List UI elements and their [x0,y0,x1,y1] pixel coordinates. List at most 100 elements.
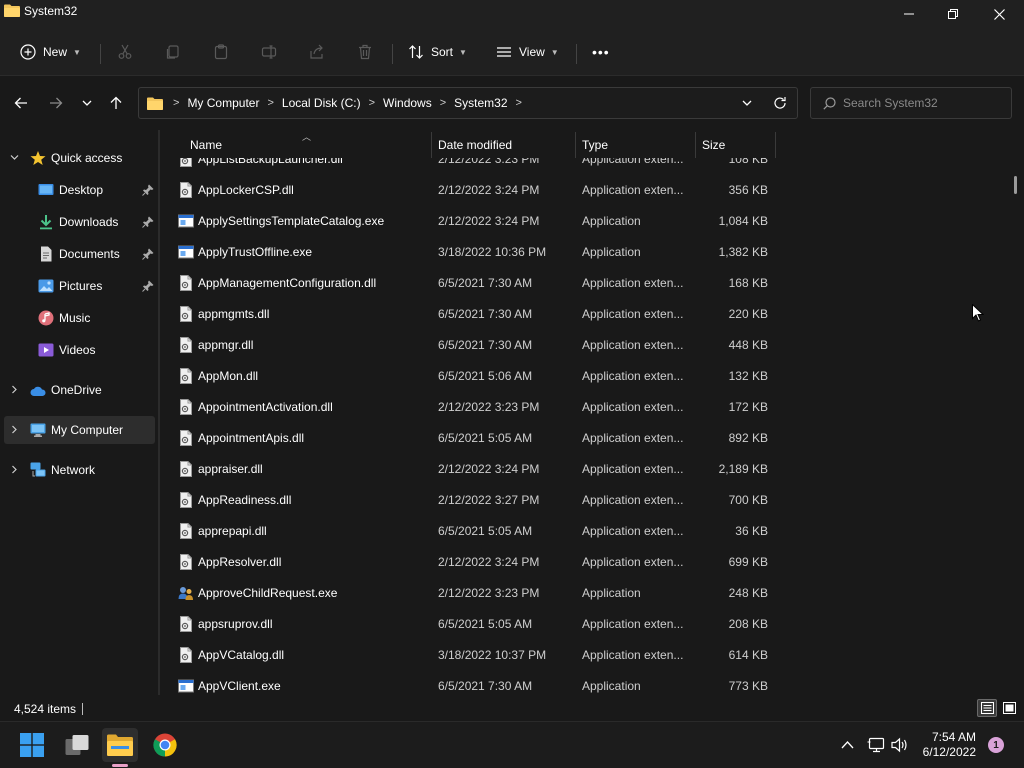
file-explorer-taskbar-button[interactable] [102,728,138,762]
table-row[interactable]: AppointmentActivation.dll 2/12/2022 3:23 … [170,391,780,422]
computer-icon [30,423,46,437]
column-resize-handle[interactable] [431,132,432,158]
pin-icon[interactable] [142,280,154,292]
chevron-right-icon[interactable] [10,425,19,436]
sidebar-item-videos[interactable]: Videos [4,336,155,364]
sidebar-item-downloads[interactable]: Downloads [4,208,155,236]
table-row[interactable]: AppReadiness.dll 2/12/2022 3:27 PM Applica… [170,484,780,515]
table-row[interactable]: AppLockerCSP.dll 2/12/2022 3:24 PM Applica… [170,174,780,205]
file-size: 699 KB [728,555,768,569]
sidebar-item-onedrive[interactable]: OneDrive [4,376,155,404]
chevron-right-icon[interactable] [10,385,19,396]
command-bar: New ▼ Sort ▼ View ▼ ••• [0,28,1024,76]
volume-button[interactable] [890,735,910,755]
vertical-scrollbar[interactable] [1014,176,1017,194]
column-header-name[interactable]: Name [190,138,222,152]
new-button[interactable]: New ▼ [20,38,81,66]
table-row[interactable]: appsruprov.dll 6/5/2021 5:05 AM Applicatio… [170,608,780,639]
table-row[interactable]: AppMon.dll 6/5/2021 5:06 AM Application ex… [170,360,780,391]
status-bar: 4,524 items [0,695,1024,721]
crumb-local-disk[interactable]: Local Disk (C:) [282,96,361,110]
table-row[interactable]: ApproveChildRequest.exe 2/12/2022 3:23 PM… [170,577,780,608]
chevron-right-icon[interactable]: > [440,97,446,109]
refresh-button[interactable] [773,96,787,113]
chevron-down-icon[interactable] [10,153,19,164]
table-row[interactable]: AppManagementConfiguration.dll 6/5/2021 7… [170,267,780,298]
start-button[interactable] [14,728,50,762]
close-button[interactable] [976,0,1022,28]
column-header-date[interactable]: Date modified [438,138,512,152]
table-row[interactable]: ApplyTrustOffline.exe 3/18/2022 10:36 PM A… [170,236,780,267]
share-button[interactable] [309,38,325,66]
table-row[interactable]: appmgmts.dll 6/5/2021 7:30 AM Application … [170,298,780,329]
dll-file-icon [180,492,192,508]
column-resize-handle[interactable] [775,132,776,158]
sidebar-item-pictures[interactable]: Pictures [4,272,155,300]
task-view-button[interactable] [59,728,95,762]
crumb-my-computer[interactable]: My Computer [187,96,259,110]
sidebar-item-desktop[interactable]: Desktop [4,176,155,204]
forward-button[interactable] [45,92,67,114]
notification-badge[interactable]: 1 [988,737,1004,753]
table-row[interactable]: AppointmentApis.dll 6/5/2021 5:05 AM Appli… [170,422,780,453]
sidebar-item-network[interactable]: Network [4,456,155,484]
table-row[interactable]: AppVClient.exe 6/5/2021 7:30 AM Applicatio… [170,670,780,695]
cloud-icon [30,386,46,396]
column-header-type[interactable]: Type [582,138,608,152]
sidebar-item-quick-access[interactable]: Quick access [4,144,155,172]
table-row[interactable]: ApplySettingsTemplateCatalog.exe 2/12/202… [170,205,780,236]
chevron-right-icon[interactable]: > [516,97,522,109]
large-icons-view-button[interactable] [999,699,1019,717]
up-button[interactable] [105,92,127,114]
chevron-right-icon[interactable] [10,465,19,476]
copy-button[interactable] [165,38,181,66]
address-history-button[interactable] [741,97,753,112]
more-options-button[interactable]: ••• [592,38,610,66]
column-resize-handle[interactable] [695,132,696,158]
sidebar-item-my-computer[interactable]: My Computer [4,416,155,444]
table-row[interactable]: appmgr.dll 6/5/2021 7:30 AM Application ex… [170,329,780,360]
file-name: appmgr.dll [198,338,254,352]
table-row[interactable]: appraiser.dll 2/12/2022 3:24 PM Applicatio… [170,453,780,484]
file-name: ApplySettingsTemplateCatalog.exe [198,214,385,228]
pin-icon[interactable] [142,216,154,228]
cut-button[interactable] [117,38,133,66]
search-input[interactable] [843,94,1003,112]
table-row[interactable]: AppVCatalog.dll 3/18/2022 10:37 PM Applica… [170,639,780,670]
show-hidden-icons-button[interactable] [838,735,856,755]
chrome-taskbar-button[interactable] [147,728,183,762]
paste-button[interactable] [213,38,229,66]
crumb-system32[interactable]: System32 [454,96,507,110]
view-button[interactable]: View ▼ [496,38,559,66]
taskbar-clock[interactable]: 7:54 AM 6/12/2022 [912,730,976,760]
restore-button[interactable] [930,0,976,28]
minimize-button[interactable] [886,0,932,28]
crumb-windows[interactable]: Windows [383,96,432,110]
file-type: Application exten... [582,183,684,197]
table-row[interactable]: AppResolver.dll 2/12/2022 3:24 PM Applicat… [170,546,780,577]
pin-icon[interactable] [142,248,154,260]
search-box[interactable] [810,87,1012,119]
details-view-button[interactable] [977,699,997,717]
sort-button[interactable]: Sort ▼ [408,38,467,66]
delete-button[interactable] [357,38,373,66]
speaker-icon [891,737,907,753]
column-resize-handle[interactable] [575,132,576,158]
chevron-right-icon[interactable]: > [267,97,273,109]
rename-button[interactable] [261,38,277,66]
file-date-modified: 2/12/2022 3:27 PM [438,493,540,507]
back-button[interactable] [10,92,32,114]
pin-icon[interactable] [142,184,154,196]
exe-file-icon [178,214,194,228]
sidebar-item-documents[interactable]: Documents [4,240,155,268]
file-date-modified: 2/12/2022 3:23 PM [438,586,540,600]
column-header-size[interactable]: Size [702,138,725,152]
recent-locations-button[interactable] [76,92,98,114]
chevron-right-icon[interactable]: > [369,97,375,109]
address-bar[interactable]: > My Computer > Local Disk (C:) > Window… [138,87,798,119]
dll-file-icon [180,275,192,291]
network-status-button[interactable] [866,735,886,755]
table-row[interactable]: AppListBackupLauncher.dll 2/12/2022 3:23 … [170,158,780,174]
sidebar-item-music[interactable]: Music [4,304,155,332]
table-row[interactable]: apprepapi.dll 6/5/2021 5:05 AM Application… [170,515,780,546]
